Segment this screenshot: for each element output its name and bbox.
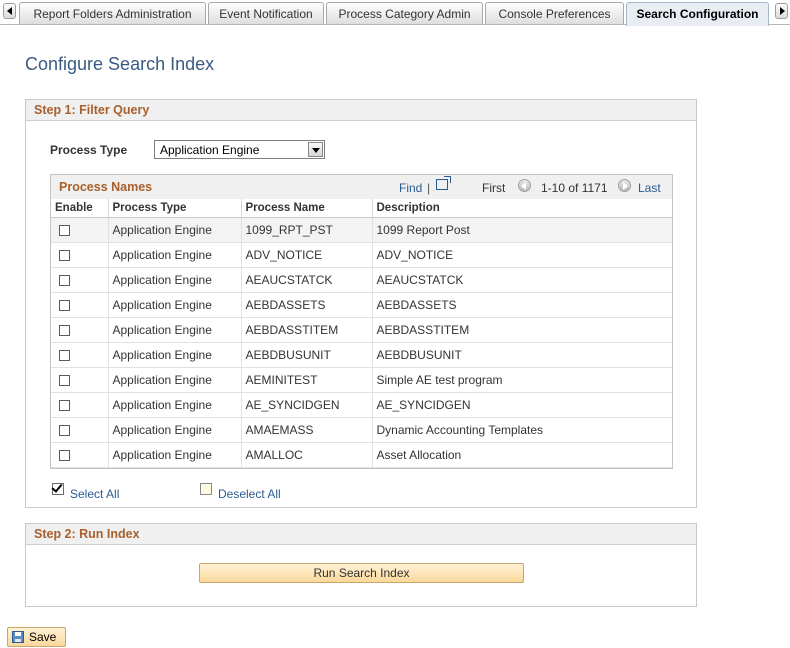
cell-process-type: Application Engine [108,217,242,243]
cell-process-type: Application Engine [108,292,242,318]
cell-process-name: 1099_RPT_PST [241,217,373,243]
table-row: Application Engine AEBDASSETS AEBDASSETS [51,292,672,318]
cell-description: AEBDASSETS [372,292,672,318]
col-enable: Enable [51,199,109,218]
cell-process-name: AEBDASSTITEM [241,317,373,343]
tab-search-configuration[interactable]: Search Configuration [626,2,769,26]
cell-process-type: Application Engine [108,267,242,293]
cell-description: Simple AE test program [372,367,672,393]
enable-checkbox[interactable] [59,400,70,412]
save-label: Save [29,630,57,644]
enable-checkbox[interactable] [59,325,70,337]
col-description: Description [372,199,672,218]
cell-process-type: Application Engine [108,392,242,418]
enable-checkbox[interactable] [59,300,70,312]
step2-group: Step 2: Run Index Run Search Index [25,523,697,607]
table-row: Application Engine ADV_NOTICE ADV_NOTICE [51,242,672,268]
cell-description: ADV_NOTICE [372,242,672,268]
cell-process-name: AE_SYNCIDGEN [241,392,373,418]
cell-process-type: Application Engine [108,367,242,393]
tab-report-folders-administration[interactable]: Report Folders Administration [19,2,206,25]
enable-checkbox[interactable] [59,250,70,262]
grid-title: Process Names [59,180,153,194]
tab-scroll-right-icon[interactable] [775,3,788,19]
cell-description: Asset Allocation [372,442,672,468]
cell-description: AEBDBUSUNIT [372,342,672,368]
enable-checkbox[interactable] [59,425,70,437]
enable-checkbox[interactable] [59,375,70,387]
save-button[interactable]: Save [7,627,66,647]
tab-event-notification[interactable]: Event Notification [208,2,324,25]
process-type-value: Application Engine [160,143,260,157]
table-row: Application Engine AEAUCSTATCK AEAUCSTAT… [51,267,672,293]
tab-bar: Report Folders Administration Event Noti… [0,0,790,26]
cell-process-type: Application Engine [108,242,242,268]
run-search-index-button[interactable]: Run Search Index [199,563,524,583]
view-all-icon[interactable] [436,176,451,190]
table-row: Application Engine AEBDBUSUNIT AEBDBUSUN… [51,342,672,368]
cell-description: AEAUCSTATCK [372,267,672,293]
enable-checkbox[interactable] [59,225,70,237]
row-range: 1-10 of 1171 [541,181,608,195]
enable-checkbox[interactable] [59,275,70,287]
cell-description: Dynamic Accounting Templates [372,417,672,443]
select-all-link[interactable]: Select All [70,487,119,501]
last-link[interactable]: Last [638,181,661,195]
cell-process-name: AEMINITEST [241,367,373,393]
process-names-grid: Process Names Find | First 1-10 of 1171 … [50,174,673,469]
step1-group: Step 1: Filter Query Process Type Applic… [25,99,697,508]
col-process-name: Process Name [241,199,373,218]
cell-process-name: AMAEMASS [241,417,373,443]
table-row: Application Engine AE_SYNCIDGEN AE_SYNCI… [51,392,672,418]
cell-process-type: Application Engine [108,342,242,368]
cell-description: AE_SYNCIDGEN [372,392,672,418]
table-row: Application Engine AMAEMASS Dynamic Acco… [51,417,672,443]
deselect-all-icon[interactable] [200,483,212,495]
table-row: Application Engine AEMINITEST Simple AE … [51,367,672,393]
cell-process-type: Application Engine [108,417,242,443]
cell-process-type: Application Engine [108,317,242,343]
process-table: Enable Process Type Process Name Descrip… [51,199,672,468]
grid-header: Process Names Find | First 1-10 of 1171 … [51,175,672,199]
step1-title: Step 1: Filter Query [26,100,696,121]
table-row: Application Engine AMALLOC Asset Allocat… [51,442,672,468]
page-title: Configure Search Index [25,54,215,74]
tab-console-preferences[interactable]: Console Preferences [485,2,624,25]
cell-description: 1099 Report Post [372,217,672,243]
enable-checkbox[interactable] [59,350,70,362]
tab-process-category-admin[interactable]: Process Category Admin [326,2,483,25]
cell-process-name: AEBDBUSUNIT [241,342,373,368]
deselect-all-link[interactable]: Deselect All [218,487,281,501]
save-icon [12,631,24,643]
cell-process-name: AMALLOC [241,442,373,468]
previous-icon[interactable] [518,179,531,192]
dropdown-arrow-icon[interactable] [308,142,323,157]
step2-title: Step 2: Run Index [26,524,696,545]
select-all-icon[interactable] [51,481,64,495]
cell-process-name: AEBDASSETS [241,292,373,318]
table-row: Application Engine AEBDASSTITEM AEBDASST… [51,317,672,343]
find-link[interactable]: Find [399,181,422,195]
cell-process-type: Application Engine [108,442,242,468]
cell-process-name: ADV_NOTICE [241,242,373,268]
find-separator: | [427,181,431,195]
process-type-select[interactable]: Application Engine [154,140,325,159]
cell-process-name: AEAUCSTATCK [241,267,373,293]
enable-checkbox[interactable] [59,450,70,462]
table-row: Application Engine 1099_RPT_PST 1099 Rep… [51,217,672,243]
first-label: First [482,181,506,195]
process-type-label: Process Type [50,143,128,157]
col-process-type: Process Type [108,199,242,218]
tab-scroll-left-icon[interactable] [3,3,16,19]
cell-description: AEBDASSTITEM [372,317,672,343]
next-icon[interactable] [618,179,631,192]
